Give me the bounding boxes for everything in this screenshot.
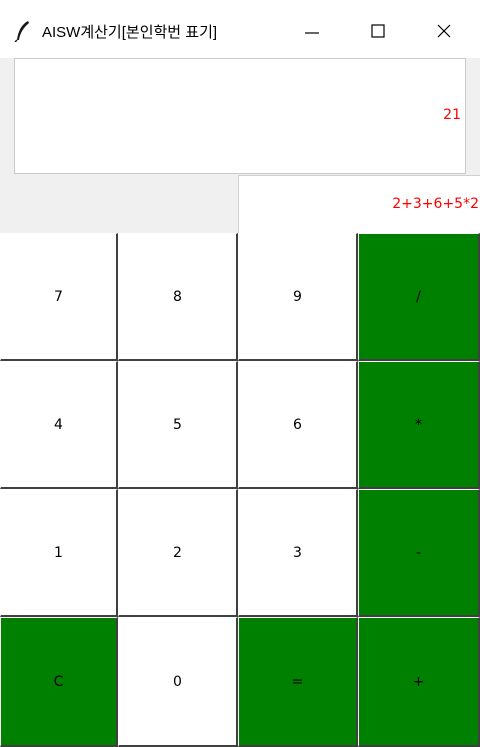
- key-0[interactable]: 0: [118, 617, 238, 747]
- key-label: 8: [173, 288, 182, 305]
- key-6[interactable]: 6: [238, 361, 358, 489]
- key-label: *: [415, 416, 422, 433]
- key-5[interactable]: 5: [118, 361, 238, 489]
- minimize-icon: [305, 32, 319, 34]
- close-button[interactable]: [414, 0, 474, 58]
- maximize-button[interactable]: [348, 0, 408, 58]
- key-label: C: [53, 673, 64, 690]
- key-label: 4: [54, 416, 63, 433]
- key-4[interactable]: 4: [0, 361, 118, 489]
- key-equals[interactable]: =: [238, 617, 358, 747]
- key-label: 3: [293, 544, 302, 561]
- key-label: /: [416, 288, 421, 305]
- expression-display: 2+3+6+5*2: [238, 175, 480, 233]
- key-label: =: [291, 673, 304, 690]
- key-label: 7: [54, 288, 63, 305]
- key-7[interactable]: 7: [0, 233, 118, 361]
- key-8[interactable]: 8: [118, 233, 238, 361]
- title-bar: AISW계산기[본인학번 표기]: [0, 0, 480, 58]
- key-multiply[interactable]: *: [358, 361, 480, 489]
- key-label: 9: [293, 288, 302, 305]
- key-label: 0: [173, 673, 182, 690]
- window-title: AISW계산기[본인학번 표기]: [42, 24, 218, 41]
- key-label: 2: [173, 544, 182, 561]
- key-label: -: [415, 544, 422, 561]
- key-add[interactable]: +: [358, 617, 480, 747]
- key-1[interactable]: 1: [0, 489, 118, 617]
- key-2[interactable]: 2: [118, 489, 238, 617]
- minimize-button[interactable]: [282, 0, 342, 58]
- key-label: 1: [54, 544, 63, 561]
- maximize-icon: [371, 24, 385, 38]
- key-9[interactable]: 9: [238, 233, 358, 361]
- key-label: +: [412, 673, 425, 690]
- close-icon: [437, 24, 451, 38]
- key-3[interactable]: 3: [238, 489, 358, 617]
- key-label: 6: [293, 416, 302, 433]
- result-display: 21: [14, 58, 466, 174]
- feather-icon: [14, 21, 29, 42]
- expression-value: 2+3+6+5*2: [392, 196, 479, 212]
- key-subtract[interactable]: -: [358, 489, 480, 617]
- result-value: 21: [443, 107, 461, 123]
- key-label: 5: [173, 416, 182, 433]
- key-clear[interactable]: C: [0, 617, 118, 747]
- key-divide[interactable]: /: [358, 233, 480, 361]
